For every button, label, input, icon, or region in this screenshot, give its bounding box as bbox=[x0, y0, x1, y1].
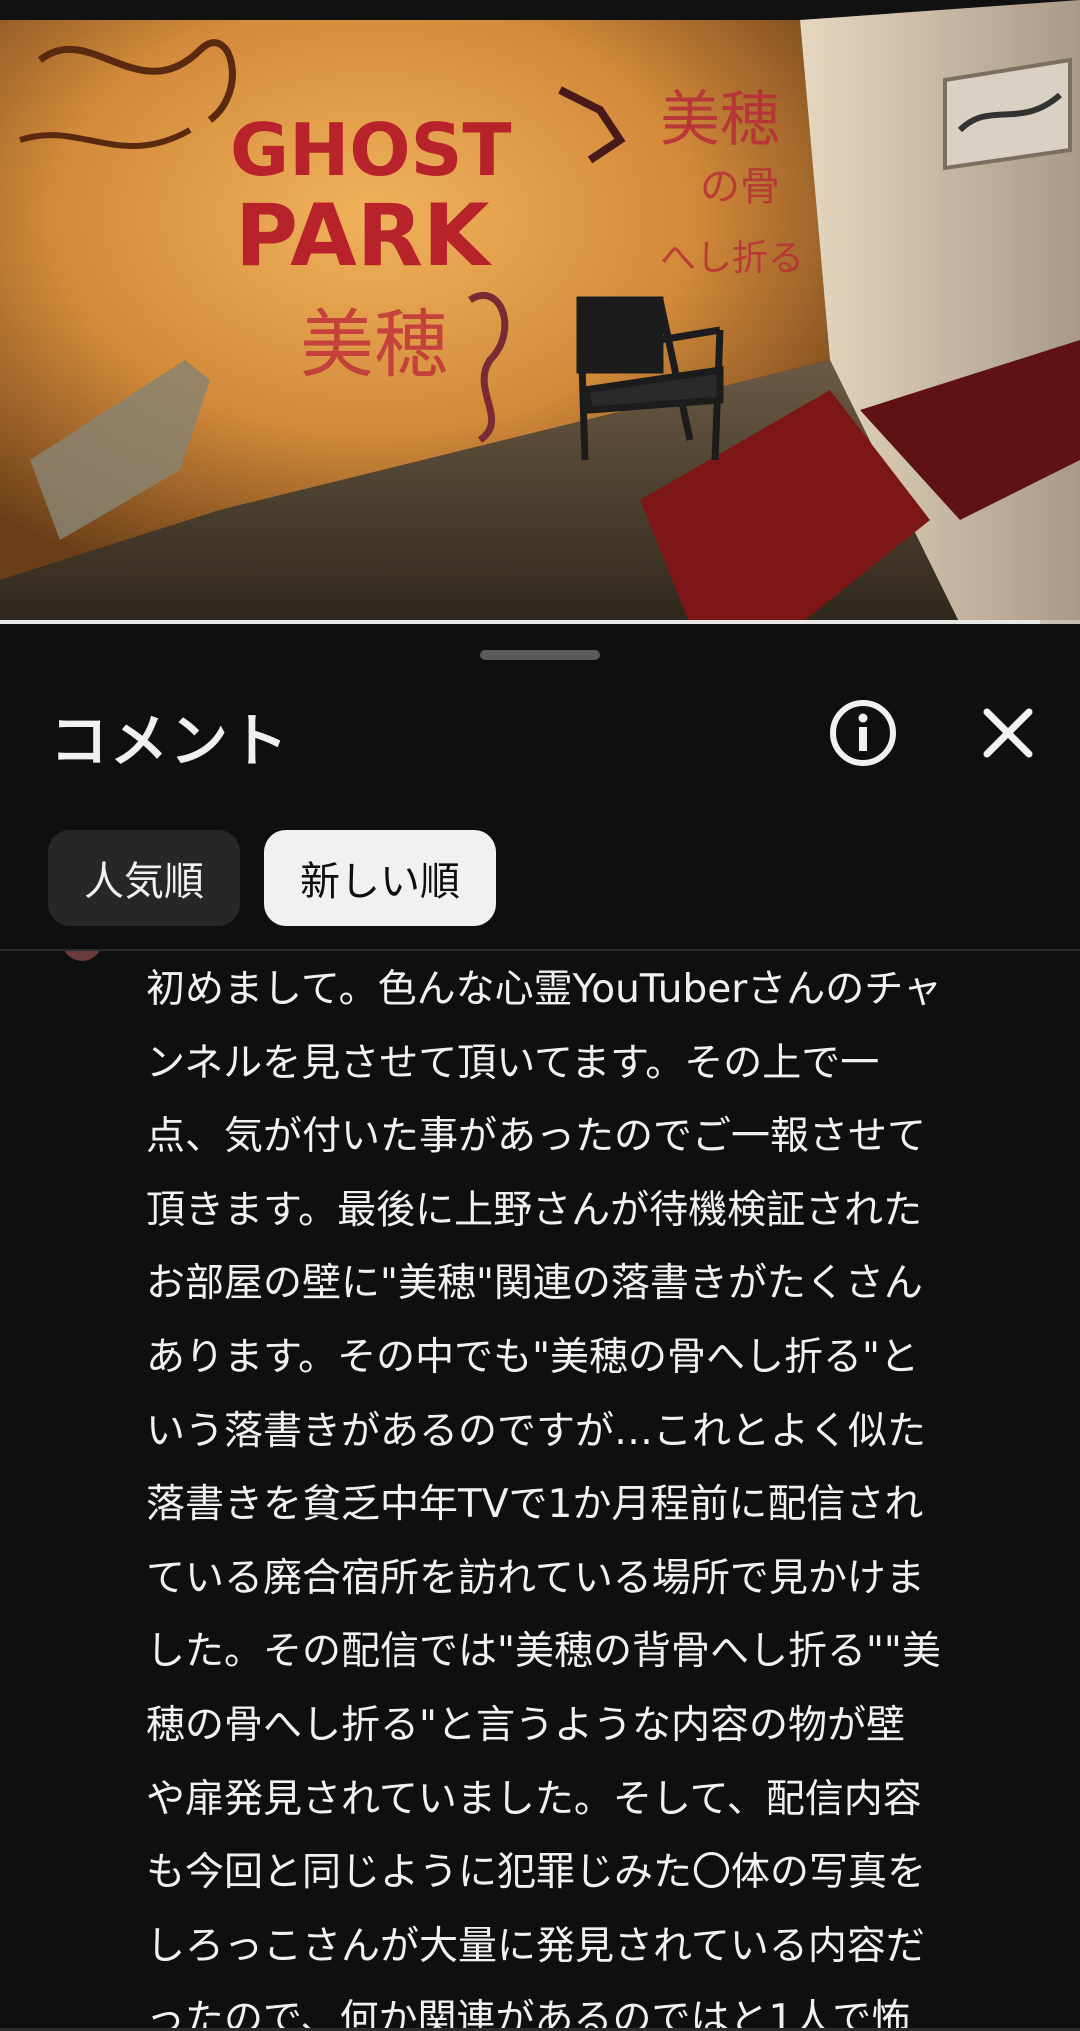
comments-sheet: コメント 人気順 新しい順 初めまして。色んな心霊YouTuberさんのチャ ンネ… bbox=[0, 624, 1080, 2031]
avatar[interactable] bbox=[62, 951, 102, 961]
comment-line: 頂きます。最後に上野さんが待機検証された bbox=[146, 1187, 923, 1233]
comment-line: ンネルを見させて頂いてます。その上で一 bbox=[146, 1040, 880, 1086]
graffiti-bones: 美穂 bbox=[660, 85, 780, 155]
video-frame: GHOST PARK 美穂 美穂 の骨 へし折る bbox=[0, 0, 1080, 624]
comment-line: ったので、何か関連があるのではと1人で怖 bbox=[146, 1997, 911, 2031]
graffiti-ghost: GHOST bbox=[230, 108, 512, 192]
drag-handle[interactable] bbox=[480, 650, 600, 660]
comment-line: あります。その中でも"美穂の骨へし折る"と bbox=[146, 1334, 919, 1380]
info-button[interactable] bbox=[828, 698, 898, 768]
comment-line: 初めまして。色んな心霊YouTuberさんのチャ bbox=[146, 967, 942, 1012]
video-player[interactable]: GHOST PARK 美穂 美穂 の骨 へし折る bbox=[0, 0, 1080, 624]
close-button[interactable] bbox=[975, 700, 1041, 766]
comment-line: 穂の骨へし折る"と言うような内容の物が壁 bbox=[146, 1702, 905, 1748]
chip-top-comments[interactable]: 人気順 bbox=[48, 830, 240, 926]
sort-chips: 人気順 新しい順 bbox=[48, 830, 496, 926]
graffiti-miho: 美穂 bbox=[300, 302, 448, 388]
comment-line: も今回と同じように犯罪じみた〇体の写真を bbox=[146, 1850, 927, 1896]
graffiti-park: PARK bbox=[235, 186, 493, 286]
comment-line: 落書きを貧乏中年TVで1か月程前に配信され bbox=[146, 1482, 924, 1528]
comment-line: 点、気が付いた事があったのでご一報させて bbox=[146, 1114, 927, 1160]
chip-newest-first[interactable]: 新しい順 bbox=[264, 830, 496, 926]
close-icon bbox=[983, 708, 1033, 758]
app-screen: GHOST PARK 美穂 美穂 の骨 へし折る コメント 人気順 新しい順 初… bbox=[0, 0, 1080, 2031]
comment-line: ている廃合宿所を訪れている場所で見かけま bbox=[146, 1555, 925, 1601]
comment-text: 初めまして。色んな心霊YouTuberさんのチャ ンネルを見させて頂いてます。その… bbox=[146, 953, 996, 2031]
info-icon bbox=[830, 700, 896, 766]
svg-text:へし折る: へし折る bbox=[660, 238, 804, 279]
comment-list[interactable]: 初めまして。色んな心霊YouTuberさんのチャ ンネルを見させて頂いてます。その… bbox=[0, 951, 1080, 2031]
comment-line: や扉発見されていました。そして、配信内容 bbox=[146, 1776, 922, 1822]
svg-text:の骨: の骨 bbox=[700, 164, 780, 210]
comment-line: お部屋の壁に"美穂"関連の落書きがたくさん bbox=[146, 1261, 923, 1307]
comment-line: しろっこさんが大量に発見されている内容だ bbox=[146, 1923, 925, 1969]
comment-line: いう落書きがあるのですが…これとよく似た bbox=[146, 1408, 927, 1454]
comment-line: した。その配信では"美穂の背骨へし折る""美 bbox=[146, 1629, 941, 1675]
comments-title: コメント bbox=[50, 707, 291, 775]
